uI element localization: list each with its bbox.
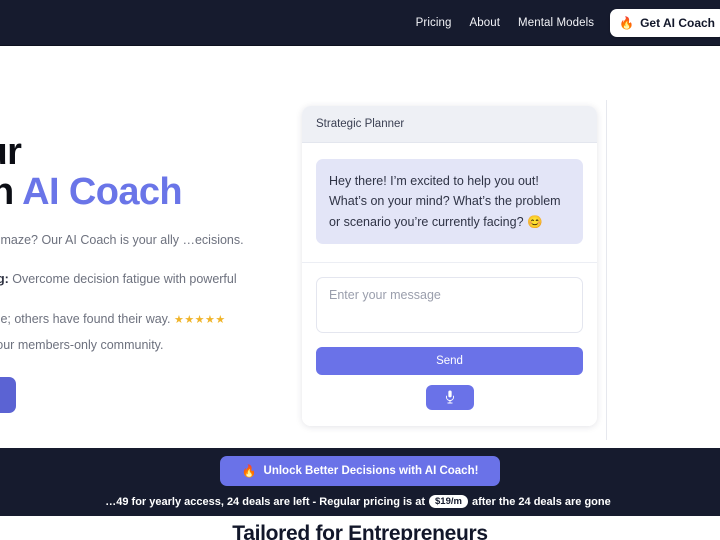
hero-section: Your with AI Coach …eneurial maze? Our A… (0, 46, 300, 440)
hero-heading-line-2: with AI Coach (0, 172, 300, 212)
chat-input-area: Send (302, 262, 597, 426)
unlock-better-decisions-button[interactable]: 🔥 Unlock Better Decisions with AI Coach! (219, 456, 501, 486)
hero-heading-prefix: with (0, 171, 14, 214)
hero-heading-accent: AI Coach (22, 171, 183, 214)
hero-cta-button[interactable]: …oach! (0, 377, 17, 414)
hero-community-text: … help in our members-only community. (0, 337, 164, 352)
top-navigation-bar: Pricing About Mental Models 🔥 Get AI Coa… (0, 0, 720, 46)
flame-icon-banner: 🔥 (241, 464, 257, 478)
microphone-button[interactable] (425, 384, 474, 410)
hero-social-proof: … not alone; others have found their way… (0, 310, 300, 329)
promo-note-suffix: after the 24 deals are gone (471, 495, 611, 508)
flame-icon: 🔥 (619, 15, 635, 30)
message-input[interactable] (316, 276, 583, 333)
chat-message-list: Hey there! I’m excited to help you out! … (302, 143, 597, 263)
get-ai-coach-label: Get AI Coach (640, 15, 715, 30)
hero-content: Your with AI Coach …eneurial maze? Our A… (0, 131, 300, 414)
hero-subtitle: …eneurial maze? Our AI Coach is your all… (0, 232, 244, 247)
vertical-divider (606, 100, 607, 440)
star-rating-icon: ★★★★★ (173, 314, 226, 327)
send-button[interactable]: Send (316, 346, 583, 375)
price-badge: $19/m (429, 495, 468, 508)
chat-panel: Strategic Planner Hey there! I’m excited… (302, 106, 597, 426)
mic-button-row (316, 384, 583, 410)
promo-note-prefix: …49 for yearly access, 24 deals are left… (105, 495, 426, 508)
nav-link-pricing[interactable]: Pricing (416, 17, 452, 29)
promo-banner: 🔥 Unlock Better Decisions with AI Coach!… (0, 448, 720, 516)
promo-banner-note: …49 for yearly access, 24 deals are left… (105, 495, 611, 508)
hero-feature-label: …Thinking: (0, 271, 9, 286)
nav-link-mental-models[interactable]: Mental Models (518, 17, 594, 29)
get-ai-coach-button[interactable]: 🔥 Get AI Coach (610, 8, 720, 37)
hero-feature-text: Overcome decision fatigue with powerful (8, 271, 237, 286)
nav-links-group: Pricing About Mental Models (416, 17, 595, 29)
assistant-message-bubble: Hey there! I’m excited to help you out! … (316, 159, 583, 244)
section-heading: Tailored for Entrepreneurs (232, 522, 488, 540)
hero-heading-line-1: Your (0, 131, 22, 173)
hero-feature-line: …Thinking: Overcome decision fatigue wit… (0, 270, 295, 289)
tailored-section: Tailored for Entrepreneurs (0, 516, 720, 540)
microphone-icon (445, 390, 454, 404)
hero-social-proof-text: … not alone; others have found their way… (0, 312, 171, 327)
nav-link-about[interactable]: About (469, 17, 500, 29)
chat-panel-header: Strategic Planner (302, 106, 597, 143)
unlock-button-label: Unlock Better Decisions with AI Coach! (263, 465, 479, 477)
